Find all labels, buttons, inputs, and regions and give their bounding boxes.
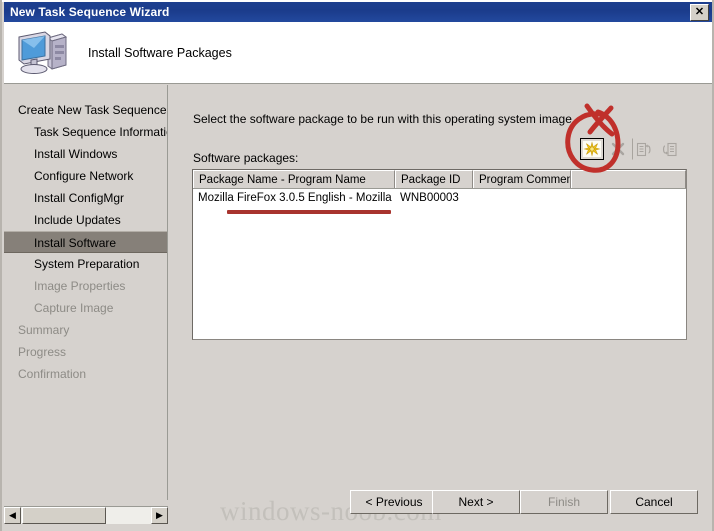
- wizard-header: Install Software Packages: [4, 22, 712, 84]
- sidebar-item-capture-image[interactable]: Capture Image: [4, 297, 167, 319]
- sidebar-item-install-windows[interactable]: Install Windows: [4, 143, 167, 165]
- sidebar-item-system-preparation[interactable]: System Preparation: [4, 253, 167, 275]
- sidebar-item-confirmation[interactable]: Confirmation: [4, 363, 167, 385]
- software-packages-listview[interactable]: Package Name - Program Name Package ID Pro…: [192, 169, 687, 340]
- wizard-window: New Task Sequence Wizard ✕ Install Softw…: [0, 0, 714, 531]
- window-titlebar: New Task Sequence Wizard ✕: [4, 2, 712, 22]
- column-header-package-id[interactable]: Package ID: [395, 170, 473, 188]
- sidebar-item-image-properties[interactable]: Image Properties: [4, 275, 167, 297]
- listview-header-row: Package Name - Program Name Package ID Pro…: [193, 170, 686, 189]
- sidebar-item-install-software[interactable]: Install Software: [4, 231, 167, 253]
- column-header-program-comments[interactable]: Program Comments: [473, 170, 571, 188]
- move-up-button[interactable]: [632, 138, 656, 160]
- close-icon[interactable]: ✕: [690, 3, 709, 21]
- window-title: New Task Sequence Wizard: [10, 5, 170, 19]
- table-cell: Mozilla FireFox 3.0.5 English - Mozilla …: [198, 191, 395, 204]
- sidebar-item-install-configmgr[interactable]: Install ConfigMgr: [4, 187, 167, 209]
- sidebar-item-create-new-task-sequence[interactable]: Create New Task Sequence: [4, 99, 167, 121]
- wizard-sidebar: Create New Task Sequence Task Sequence In…: [4, 85, 168, 500]
- previous-button[interactable]: < Previous: [350, 490, 438, 514]
- listview-body: Mozilla FireFox 3.0.5 English - Mozilla …: [193, 189, 686, 206]
- column-header-blank[interactable]: [571, 170, 686, 188]
- move-down-button[interactable]: [658, 138, 682, 160]
- page-title: Install Software Packages: [88, 45, 232, 60]
- column-header-package-name-program-name[interactable]: Package Name - Program Name: [193, 170, 395, 188]
- wizard-footer: < Previous Next > Finish Cancel: [4, 485, 712, 529]
- new-package-button[interactable]: [580, 138, 604, 160]
- software-packages-label: Software packages:: [193, 151, 299, 165]
- sidebar-item-summary[interactable]: Summary: [4, 319, 167, 341]
- computer-icon: [14, 28, 70, 78]
- sidebar-item-include-updates[interactable]: Include Updates: [4, 209, 167, 231]
- finish-button: Finish: [520, 490, 608, 514]
- package-toolbar: [580, 138, 682, 160]
- table-row[interactable]: Mozilla FireFox 3.0.5 English - Mozilla …: [193, 189, 686, 206]
- wizard-content: Select the software package to be run wi…: [169, 85, 712, 500]
- delete-package-button[interactable]: [606, 138, 630, 160]
- sidebar-item-configure-network[interactable]: Configure Network: [4, 165, 167, 187]
- sidebar-item-progress[interactable]: Progress: [4, 341, 167, 363]
- sidebar-item-task-sequence-information[interactable]: Task Sequence Information: [4, 121, 167, 143]
- table-cell: WNB00003: [400, 191, 459, 204]
- next-button[interactable]: Next >: [432, 490, 520, 514]
- instruction-text: Select the software package to be run wi…: [193, 112, 576, 126]
- cancel-button[interactable]: Cancel: [610, 490, 698, 514]
